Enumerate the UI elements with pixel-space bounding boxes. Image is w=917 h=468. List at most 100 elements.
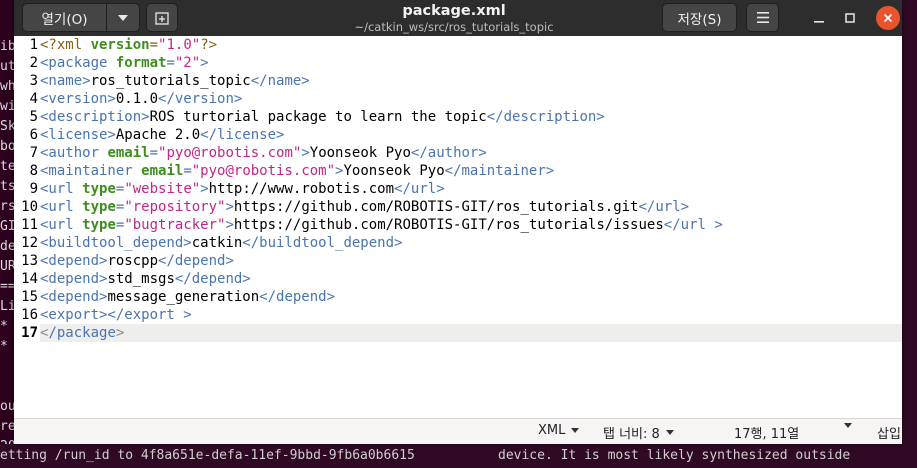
code-line[interactable]: <license>Apache 2.0</license> bbox=[40, 126, 902, 144]
hamburger-icon bbox=[756, 12, 769, 23]
code-token: type bbox=[82, 217, 116, 233]
code-token: "website" bbox=[124, 181, 201, 197]
code-area[interactable]: <?xml version="1.0"?> <package format="2"… bbox=[40, 36, 902, 342]
terminal-line-fragment: UR bbox=[0, 259, 14, 274]
line-number: 8 bbox=[29, 163, 38, 179]
code-token: ROS turtorial package to learn the topic bbox=[149, 109, 487, 125]
line-number: 10 bbox=[21, 199, 38, 215]
chevron-down-icon bbox=[665, 430, 674, 435]
cursor-position[interactable]: 17행, 11열 bbox=[734, 423, 799, 442]
maximize-icon bbox=[845, 13, 855, 23]
code-line[interactable]: <url type="website">http://www.robotis.c… bbox=[40, 180, 902, 198]
code-token: <export></export > bbox=[40, 307, 192, 323]
open-button[interactable]: 열기(O) bbox=[22, 3, 107, 32]
code-token: format bbox=[115, 55, 167, 71]
code-token: Yoonseok Pyo bbox=[309, 145, 411, 161]
background-terminal-left: iboutewhewiSkbotetsrsGIdeUR==Li**oures20 bbox=[0, 0, 14, 468]
code-token: "2" bbox=[174, 55, 201, 71]
open-menu-button[interactable] bbox=[106, 3, 140, 32]
code-line[interactable]: <export></export > bbox=[40, 306, 902, 324]
line-number: 13 bbox=[21, 253, 38, 269]
code-token: > bbox=[301, 145, 310, 161]
tab-width-selector[interactable]: 탭 너비: 8 bbox=[603, 423, 674, 442]
line-number: 9 bbox=[29, 181, 38, 197]
code-line[interactable]: <maintainer email="pyo@robotis.com">Yoon… bbox=[40, 162, 902, 180]
line-number: 16 bbox=[21, 307, 38, 323]
code-line[interactable]: <buildtool_depend>catkin</buildtool_depe… bbox=[40, 234, 902, 252]
code-token: </url > bbox=[663, 217, 723, 233]
code-line[interactable]: <author email="pyo@robotis.com">Yoonseok… bbox=[40, 144, 902, 162]
close-icon bbox=[883, 13, 893, 23]
code-token: </license> bbox=[200, 127, 285, 143]
status-bar: XML 탭 너비: 8 17행, 11열 삽입 bbox=[14, 418, 902, 444]
code-line[interactable]: <?xml version="1.0"?> bbox=[40, 36, 902, 54]
terminal-line-fragment: de bbox=[0, 239, 14, 254]
code-token: <license> bbox=[40, 127, 116, 143]
line-number: 3 bbox=[29, 73, 38, 89]
code-line[interactable]: </package> bbox=[40, 324, 902, 342]
insert-mode[interactable]: 삽입 bbox=[877, 423, 901, 442]
terminal-line-fragment: ute bbox=[0, 59, 14, 74]
code-token: > bbox=[115, 325, 125, 341]
terminal-line-fragment: GI bbox=[0, 219, 14, 234]
code-token: > bbox=[225, 199, 234, 215]
code-token: <depend> bbox=[40, 253, 108, 269]
code-token: = bbox=[166, 55, 175, 71]
code-token: Yoonseok Pyo bbox=[343, 163, 445, 179]
terminal-line-fragment: whe bbox=[0, 79, 14, 94]
language-selector[interactable]: XML bbox=[538, 423, 580, 438]
position-menu[interactable] bbox=[844, 423, 852, 428]
window-title: package.xml bbox=[402, 3, 506, 19]
code-token: > bbox=[200, 181, 209, 197]
code-line[interactable]: <depend>std_msgs</depend> bbox=[40, 270, 902, 288]
code-line[interactable]: <url type="bugtracker">https://github.co… bbox=[40, 216, 902, 234]
insert-mode-label: 삽입 bbox=[877, 427, 901, 442]
minimize-button[interactable] bbox=[806, 5, 832, 31]
code-token: </buildtool_depend> bbox=[242, 235, 403, 251]
code-token: </description> bbox=[486, 109, 605, 125]
code-token: </maintainer> bbox=[444, 163, 555, 179]
code-token: /package bbox=[48, 325, 116, 341]
hamburger-menu-button[interactable] bbox=[746, 3, 779, 32]
window-subtitle-path: ~/catkin_ws/src/ros_tutorials_topic bbox=[354, 20, 554, 34]
code-token: <package bbox=[40, 55, 116, 71]
code-line[interactable]: <url type="repository">https://github.co… bbox=[40, 198, 902, 216]
code-line[interactable]: <description>ROS turtorial package to le… bbox=[40, 108, 902, 126]
code-token: <url bbox=[40, 181, 83, 197]
line-number: 1 bbox=[29, 37, 38, 53]
save-button[interactable]: 저장(S) bbox=[662, 3, 737, 32]
code-token: http://www.robotis.com bbox=[208, 181, 395, 197]
line-number: 4 bbox=[29, 91, 38, 107]
code-token: https://github.com/ROBOTIS-GIT/ros_tutor… bbox=[233, 217, 664, 233]
code-line[interactable]: <depend>message_generation</depend> bbox=[40, 288, 902, 306]
gedit-window: 열기(O) package.xml ~/catkin_ws/src/ros_tu… bbox=[14, 0, 902, 444]
code-token: type bbox=[82, 181, 116, 197]
code-line[interactable]: <name>ros_tutorials_topic</name> bbox=[40, 72, 902, 90]
line-number: 5 bbox=[29, 109, 38, 125]
line-number: 2 bbox=[29, 55, 38, 71]
code-token: </version> bbox=[158, 91, 243, 107]
code-token: </depend> bbox=[174, 271, 251, 287]
tab-width-label: 탭 너비: 8 bbox=[603, 427, 660, 442]
code-token: <version> bbox=[40, 91, 116, 107]
close-button[interactable] bbox=[876, 6, 900, 30]
code-token: </name> bbox=[250, 73, 310, 89]
code-line[interactable]: <package format="2"> bbox=[40, 54, 902, 72]
code-token: 0.1.0 bbox=[115, 91, 159, 107]
text-editor[interactable]: 1 2 3 4 5 6 7 8 9 10 11 12 13 14 15 16 17 <?xml version=… bbox=[14, 36, 902, 418]
line-number: 7 bbox=[29, 145, 38, 161]
terminal-line-fragment: Li bbox=[0, 299, 14, 314]
code-token: <name> bbox=[40, 73, 91, 89]
code-token: <description> bbox=[40, 109, 150, 125]
code-token: Apache 2.0 bbox=[115, 127, 201, 143]
maximize-button[interactable] bbox=[837, 5, 863, 31]
code-token: <buildtool_depend> bbox=[40, 235, 192, 251]
code-token: version bbox=[90, 37, 150, 53]
new-tab-button[interactable] bbox=[146, 3, 178, 32]
code-line[interactable]: <depend>roscpp</depend> bbox=[40, 252, 902, 270]
code-token: type bbox=[82, 199, 116, 215]
line-number: 11 bbox=[21, 217, 38, 233]
terminal-line-fragment: bo bbox=[0, 139, 14, 154]
code-line[interactable]: <version>0.1.0</version> bbox=[40, 90, 902, 108]
chevron-down-icon bbox=[118, 14, 128, 21]
